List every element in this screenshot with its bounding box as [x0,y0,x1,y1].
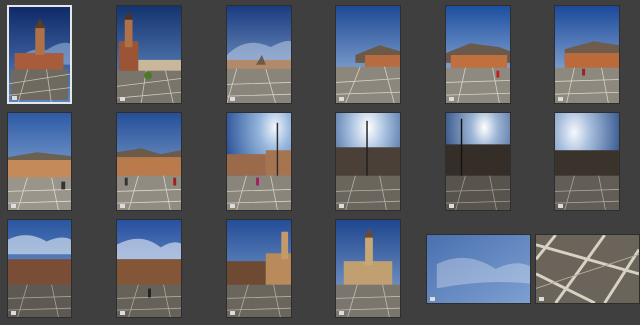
photo-sky [427,235,530,303]
photo-square-hills-left [336,6,400,103]
photo-lamp-backlit [336,113,400,210]
thumbnail-badge [430,297,435,301]
thumbnail-town-hall-tower-wide[interactable] [7,5,72,104]
photo-buildings-center [117,113,181,210]
thumbnail-badge [339,204,344,208]
thumbnail-square-sun-right[interactable] [554,112,620,211]
photo-square-hills-center [446,6,510,103]
thumbnail-badge [11,204,16,208]
thumbnail-badge [120,204,125,208]
thumbnail-grid [0,0,640,325]
thumbnail-badge [230,97,235,101]
photo-town-hall-front [336,220,400,317]
photo-buildings-left [8,113,71,210]
photo-lamp-silhouette [446,113,510,210]
thumbnail-badge [12,96,17,100]
thumbnail-square-lamp-backlit[interactable] [335,112,401,211]
thumbnail-badge [11,311,16,315]
thumbnail-badge [558,204,563,208]
thumbnail-square-clouds-left[interactable] [7,219,72,318]
thumbnail-square-tower-right[interactable] [226,219,292,318]
photo-lamp-sun [227,113,291,210]
thumbnail-badge [539,297,544,301]
thumbnail-badge [449,204,454,208]
thumbnail-badge [339,97,344,101]
thumbnail-badge [120,97,125,101]
photo-clouds-people [117,220,181,317]
thumbnail-badge [230,311,235,315]
thumbnail-square-lamp-sun[interactable] [226,112,292,211]
thumbnail-badge [339,311,344,315]
thumbnail-square-hills-center[interactable] [445,5,511,104]
thumbnail-square-clouds-people[interactable] [116,219,182,318]
thumbnail-badge [449,97,454,101]
photo-tower-right [227,220,291,317]
photo-square-hills-right [555,6,619,103]
thumbnail-badge [120,311,125,315]
thumbnail-square-buildings-left[interactable] [7,112,72,211]
thumbnail-badge [230,204,235,208]
thumbnail-square-hills-right[interactable] [554,5,620,104]
photo-clouds-left [8,220,71,317]
thumbnail-sky-only[interactable] [426,234,531,304]
thumbnail-tower-and-buildings[interactable] [116,5,182,104]
thumbnail-badge [558,97,563,101]
photo-square-wide [227,6,291,103]
thumbnail-square-lamp-silhouette[interactable] [445,112,511,211]
photo-sun-right [555,113,619,210]
photo-pavement [536,235,639,303]
thumbnail-pavement-closeup[interactable] [535,234,640,304]
photo-tower-buildings [117,6,181,103]
thumbnail-square-hills-left[interactable] [335,5,401,104]
photo-tower-wide [9,7,70,102]
thumbnail-town-hall-front[interactable] [335,219,401,318]
thumbnail-square-wide-angle[interactable] [226,5,292,104]
thumbnail-square-buildings-center[interactable] [116,112,182,211]
